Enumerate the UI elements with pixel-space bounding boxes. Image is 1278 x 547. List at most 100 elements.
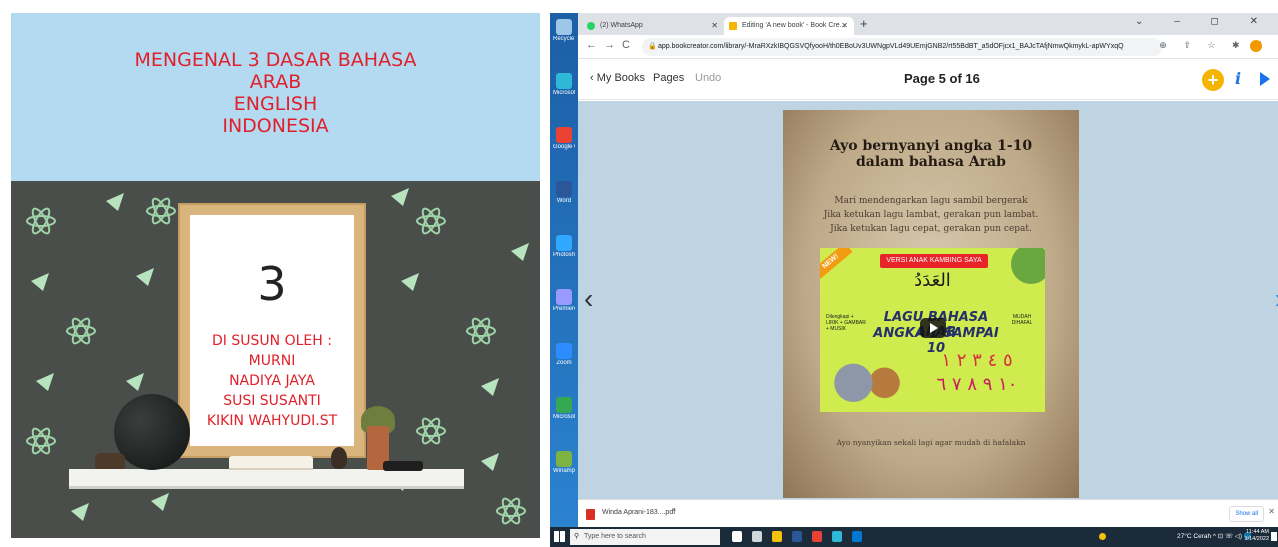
basketball-decoration [114, 394, 190, 470]
verse-line-3: Jika ketukan lagu cepat, gerakan pun cep… [830, 224, 1032, 234]
bookcreator-icon [729, 22, 737, 30]
url-text: app.bookcreator.com/library/-MraRXzkIBQG… [658, 43, 1124, 50]
animal-figurine [95, 453, 125, 469]
browser-toolbar: ← → C 🔒 app.bookcreator.com/library/-Mra… [578, 35, 1278, 59]
close-icon[interactable]: ✕ [841, 17, 848, 35]
frame-number: 3 [257, 257, 287, 311]
close-icon[interactable]: ✕ [711, 17, 718, 35]
desktop-shortcut-label: Recycle Bin [553, 36, 575, 42]
close-downloads-icon[interactable]: ✕ [1268, 507, 1275, 516]
pages-button[interactable]: Pages [653, 72, 684, 84]
window-controls[interactable]: ⌄ – ◻ ✕ [1135, 16, 1272, 27]
desktop-shortcut[interactable]: Zoom [553, 343, 575, 367]
tab-whatsapp[interactable]: (2) WhatsApp ✕ [582, 17, 724, 35]
taskbar-clock[interactable]: 11:44 AM 3/14/2022 [1245, 529, 1269, 543]
page-indicator: Page 5 of 16 [904, 71, 980, 86]
desktop-shortcut[interactable]: Recycle Bin [553, 19, 575, 43]
bookcreator-app-bar: ‹ My Books Pages Undo Page 5 of 16 + i [578, 60, 1278, 100]
previous-page-chevron-icon[interactable]: ‹ [584, 283, 593, 315]
edge-icon[interactable] [832, 531, 842, 542]
recycle-bin-icon [556, 19, 572, 35]
video-side-note-right: MUDAH DIHAFAL [1011, 314, 1033, 326]
word-icon [556, 181, 572, 197]
store-icon[interactable] [852, 531, 862, 542]
photoshop-icon [556, 235, 572, 251]
downloads-bar: Winda Aprani-183....pdf ^ Show all ✕ [578, 499, 1278, 527]
desktop-shortcut[interactable]: Microsoft Edge [553, 73, 575, 97]
premiere-icon [556, 289, 572, 305]
lock-icon: 🔒 [648, 43, 657, 50]
tab-strip: (2) WhatsApp ✕ Editing 'A new book' - Bo… [578, 13, 1278, 35]
weather-icon[interactable] [1099, 533, 1106, 540]
task-view-icon[interactable] [752, 531, 762, 542]
wall-shelf [69, 469, 464, 489]
desktop-shortcut[interactable]: Microsoft Edge [553, 397, 575, 421]
verse-line-2: Jika ketukan lagu lambat, gerakan pun la… [823, 210, 1039, 220]
desktop-shortcut-label: Word [556, 198, 572, 204]
add-button[interactable]: + [1202, 69, 1224, 91]
play-book-button[interactable] [1260, 72, 1270, 86]
page-canvas: ‹ › Ayo bernyanyi angka 1-10 dalam bahas… [578, 101, 1278, 499]
address-bar[interactable]: 🔒 app.bookcreator.com/library/-MraRXzkIB… [642, 38, 1162, 56]
system-tray[interactable]: 27°C Cerah ^ ⊡ ☏ ◁) 🌐 [1177, 532, 1252, 540]
desktop-shortcut-label: Winamp [553, 468, 575, 474]
cover-sky-band: MENGENAL 3 DASAR BAHASA ARAB ENGLISH IND… [11, 13, 540, 181]
page-title-line-2: dalam bahasa Arab [856, 154, 1006, 170]
windows-taskbar: ⚲ Type here to search 27°C Cerah ^ ⊡ ☏ ◁… [550, 527, 1278, 547]
forward-button[interactable]: → [604, 39, 615, 51]
word-icon[interactable] [792, 531, 802, 542]
toy-car-decoration [383, 461, 423, 471]
desktop-shortcut-label: Premiere [553, 306, 575, 312]
credit-line-5: KIKIN WAHYUDI.ST [206, 413, 338, 429]
embedded-video[interactable]: NEW! VERSI ANAK KAMBING SAYA العَدَدُ Di… [820, 248, 1045, 412]
rocket-wallpaper: 3 DI SUSUN OLEH : MURNI NADIYA JAYA SUSI… [11, 181, 540, 538]
desktop-shortcut-label: Google Chrome [553, 144, 575, 150]
cover-title-line-2: ARAB [249, 71, 302, 93]
zoom-icon [556, 343, 572, 359]
cover-title-line-1: MENGENAL 3 DASAR BAHASA [134, 49, 417, 71]
edge-icon [556, 397, 572, 413]
desktop-shortcut[interactable]: Google Chrome [553, 127, 575, 151]
desktop-shortcut-label: Microsoft Edge [553, 90, 575, 96]
download-file-name[interactable]: Winda Aprani-183....pdf [602, 509, 675, 516]
cortana-icon[interactable] [732, 531, 742, 542]
taskbar-search-placeholder: Type here to search [584, 533, 646, 540]
desktop-shortcut[interactable]: Winamp [553, 451, 575, 475]
start-windows-icon[interactable] [554, 531, 565, 542]
chrome-window: (2) WhatsApp ✕ Editing 'A new book' - Bo… [578, 13, 1278, 527]
back-button[interactable]: ← [586, 39, 597, 51]
search-icon: ⚲ [574, 533, 580, 540]
page-title-line-1: Ayo bernyanyi angka 1-10 [829, 138, 1033, 154]
tab-label: Editing 'A new book' - Book Cre... [742, 22, 846, 29]
profile-avatar[interactable] [1250, 40, 1262, 52]
cartoon-characters [824, 352, 908, 408]
my-books-button[interactable]: ‹ My Books [590, 72, 645, 84]
notification-center-icon[interactable] [1271, 532, 1277, 541]
book-page[interactable]: Ayo bernyanyi angka 1-10 dalam bahasa Ar… [783, 110, 1079, 498]
info-button[interactable]: i [1235, 69, 1241, 88]
credit-line-2: MURNI [248, 353, 296, 369]
chrome-icon[interactable] [812, 531, 822, 542]
desktop-shortcut[interactable]: Word [553, 181, 575, 205]
my-books-label: My Books [596, 72, 646, 84]
arabic-digits-row-1: ٥ ٤ ٣ ٢ ١ [941, 350, 1013, 371]
download-options-chevron-icon[interactable]: ^ [672, 507, 676, 516]
desktop-shortcut[interactable]: Photoshop [553, 235, 575, 259]
verse-line-1: Mari mendengarkan lagu sambil bergerak [834, 196, 1028, 206]
reload-button[interactable]: C [622, 39, 630, 51]
book-cover-image: MENGENAL 3 DASAR BAHASA ARAB ENGLISH IND… [11, 13, 540, 538]
desktop-shortcut-label: Microsoft Edge [553, 414, 575, 420]
show-all-button[interactable]: Show all [1229, 506, 1264, 522]
frame-canvas: 3 DI SUSUN OLEH : MURNI NADIYA JAYA SUSI… [190, 215, 354, 446]
clock-date: 3/14/2022 [1244, 536, 1269, 542]
new-tab-button[interactable]: + [860, 16, 868, 31]
picture-frame: 3 DI SUSUN OLEH : MURNI NADIYA JAYA SUSI… [178, 203, 366, 458]
taskbar-search-box[interactable]: ⚲ Type here to search [570, 529, 720, 545]
desktop-shortcut-label: Zoom [556, 360, 572, 366]
undo-button[interactable]: Undo [695, 72, 721, 84]
video-play-icon[interactable] [920, 318, 946, 338]
file-explorer-icon[interactable] [772, 531, 782, 542]
tab-bookcreator[interactable]: Editing 'A new book' - Book Cre... ✕ [724, 17, 854, 35]
desktop-shortcut[interactable]: Premiere [553, 289, 575, 313]
arabic-digits-row-2: ١٠ ٩ ٨ ٧ ٦ [936, 374, 1018, 395]
